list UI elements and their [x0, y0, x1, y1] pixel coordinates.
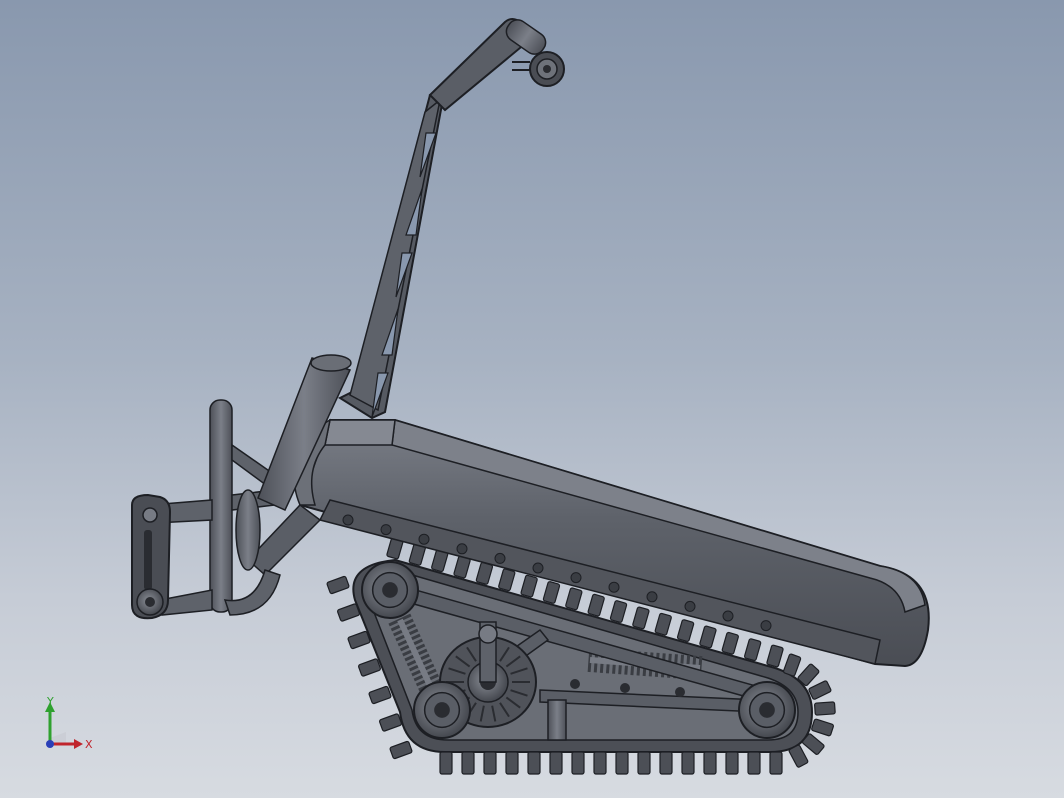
track-cleat: [783, 653, 802, 677]
track-cleat: [615, 751, 629, 775]
track-cleat: [483, 751, 497, 775]
track-cleat: [593, 751, 607, 775]
x-axis-arrowhead: [74, 739, 83, 749]
rail-hole: [570, 572, 582, 584]
track-cleat: [527, 751, 541, 775]
rail-hole: [494, 552, 506, 564]
x-axis-label: X: [85, 738, 93, 751]
rail-hole: [532, 562, 544, 574]
track-cleat: [743, 638, 762, 662]
rail-hole: [684, 600, 696, 612]
track-cleat: [549, 751, 563, 775]
track-cleat: [505, 751, 519, 775]
track-cleat: [389, 740, 413, 760]
rail-hole: [722, 610, 734, 622]
rail-hole: [608, 581, 620, 593]
track-cleat: [439, 751, 453, 775]
track-cleat: [703, 751, 717, 775]
track-cleat: [632, 606, 650, 630]
track-cleat: [379, 713, 402, 732]
track-cleat: [461, 751, 475, 775]
track-cleat: [571, 751, 585, 775]
wheel-hub: [434, 702, 450, 718]
track-cleat: [565, 587, 583, 611]
rail-hole: [418, 533, 430, 545]
rail-hole: [380, 524, 392, 536]
track-cleat: [347, 630, 371, 650]
handlebar-icon: [428, 18, 565, 112]
track-cleat: [681, 751, 695, 775]
track-cleat: [814, 701, 836, 716]
rear-frame-icon: [131, 399, 281, 620]
track-cleat: [676, 619, 695, 642]
track-cleat: [337, 603, 360, 622]
track-cleat: [475, 562, 494, 585]
cad-viewport[interactable]: Y X: [0, 0, 1064, 798]
y-axis-label: Y: [46, 696, 54, 708]
track-cleat: [637, 751, 651, 775]
track-cleat: [699, 625, 717, 649]
track-cleat: [368, 685, 392, 705]
track-cleat: [725, 751, 739, 775]
axis-triad: Y X: [45, 696, 93, 751]
z-axis-dot: [46, 740, 54, 748]
truss-mast-icon: [337, 86, 447, 420]
track-cleat: [811, 718, 834, 737]
rail-hole: [342, 514, 354, 526]
track-cleat: [788, 744, 809, 768]
track-cleat: [587, 593, 605, 617]
track-cleat: [766, 644, 784, 668]
track-cleat: [520, 574, 538, 598]
track-cleat: [659, 751, 673, 775]
rail-hole: [760, 620, 772, 632]
track-cleat: [808, 680, 832, 700]
rail-hole: [646, 591, 658, 603]
track-cleat: [609, 600, 628, 623]
track-cleat: [654, 612, 672, 636]
track-cleat: [326, 575, 350, 595]
track-cleat: [358, 658, 381, 677]
track-cleat: [747, 751, 761, 775]
wheel-hub: [382, 582, 398, 598]
track-cleat: [721, 631, 739, 655]
track-cleat: [542, 581, 561, 604]
track-cleat: [769, 751, 783, 775]
rail-hole: [456, 543, 468, 555]
wheel-hub: [759, 702, 775, 718]
tracked-wheelchair-model[interactable]: [0, 0, 1064, 798]
track-cleat: [498, 568, 516, 592]
